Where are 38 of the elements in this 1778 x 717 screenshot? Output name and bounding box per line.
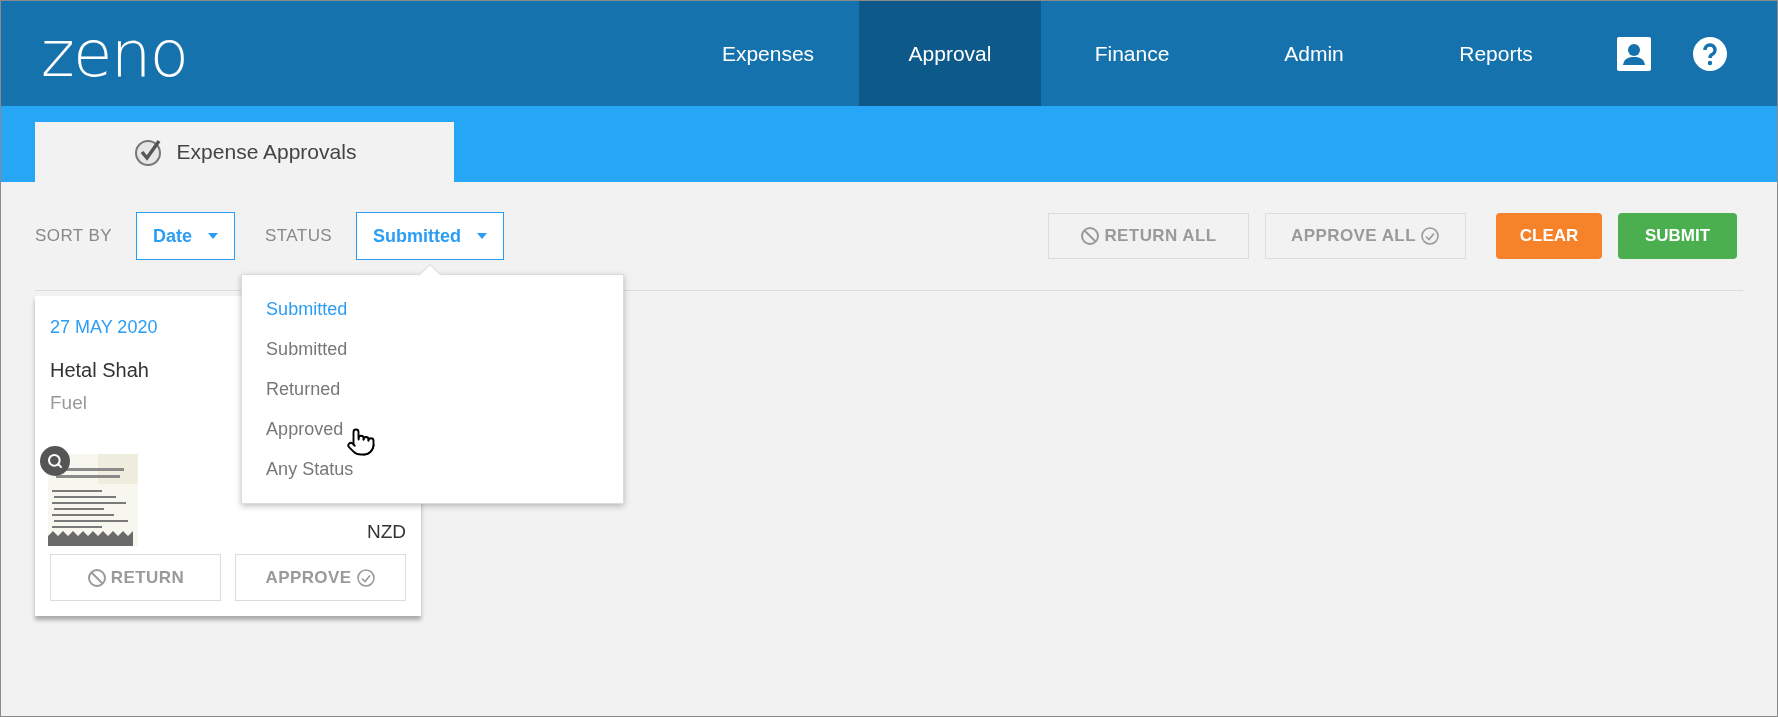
menu-item[interactable]: Approved (266, 415, 344, 443)
employee-name: Hetal Shah (50, 358, 150, 383)
page-tab[interactable]: Expense Approvals (35, 122, 454, 182)
cursor-hand-icon (346, 427, 377, 457)
tab-label: Expense Approvals (176, 139, 357, 166)
caret-icon (477, 233, 488, 239)
menu-item[interactable]: Submitted (266, 295, 348, 323)
approve-button[interactable]: APPROVE (235, 554, 406, 601)
menu-item[interactable]: Submitted (266, 335, 348, 363)
status-dropdown[interactable]: Submitted (356, 212, 505, 260)
approve-all-button[interactable]: APPROVE ALL (1265, 213, 1466, 259)
clear-button[interactable]: CLEAR (1496, 213, 1602, 259)
user-icon[interactable] (1617, 36, 1651, 71)
menu-item[interactable]: Any Status (266, 455, 354, 483)
search-icon (47, 453, 63, 469)
status-label: STATUS (265, 225, 333, 248)
nav-link[interactable]: Reports (1405, 1, 1587, 106)
nav-link[interactable]: Finance (1041, 1, 1223, 106)
nav-link[interactable]: Admin (1223, 1, 1405, 106)
sort-dropdown[interactable]: Date (136, 212, 235, 260)
check-circle-icon (355, 567, 376, 588)
return-all-button[interactable]: RETURN ALL (1048, 213, 1249, 259)
expense-category: Fuel (50, 391, 88, 415)
submit-button[interactable]: SUBMIT (1618, 213, 1737, 259)
logo: zeno (41, 21, 188, 86)
nav-link[interactable]: Expenses (677, 1, 859, 106)
zoom-button[interactable] (40, 446, 70, 476)
menu-item[interactable]: Returned (266, 375, 341, 403)
check-circle-icon (1419, 226, 1440, 246)
caret-icon (208, 233, 218, 239)
return-button[interactable]: RETURN (50, 554, 221, 601)
nav-link[interactable]: Approval (859, 1, 1041, 106)
expense-date: 27 MAY 2020 (50, 316, 159, 339)
currency: NZD (366, 519, 406, 544)
ban-icon (1080, 226, 1101, 246)
ban-icon (86, 567, 107, 588)
help-icon[interactable] (1693, 36, 1727, 71)
sort-label: SORT BY (35, 225, 112, 248)
